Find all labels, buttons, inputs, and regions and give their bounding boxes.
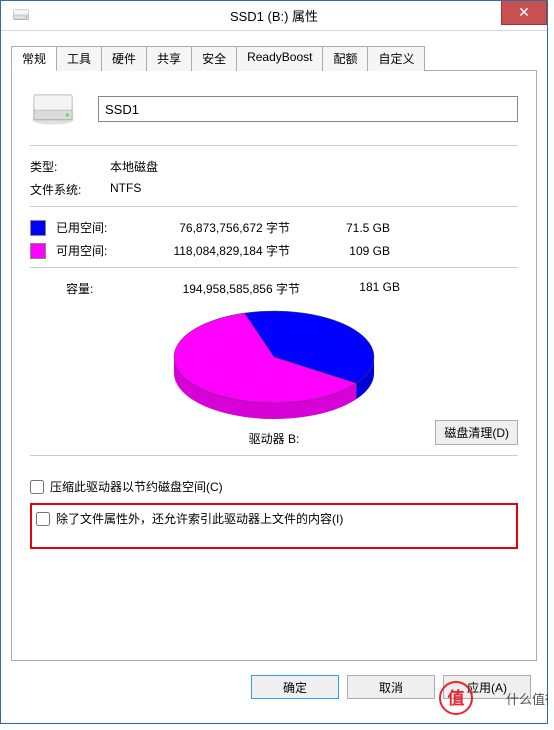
divider [30, 206, 518, 207]
window-title: SSD1 (B:) 属性 [230, 6, 318, 25]
svg-text:什么值得买: 什么值得买 [506, 692, 548, 707]
close-button[interactable]: ✕ [501, 1, 547, 25]
tab-security[interactable]: 安全 [192, 46, 237, 71]
free-swatch [30, 243, 46, 259]
index-checkbox-row[interactable]: 除了文件属性外，还允许索引此驱动器上文件的内容(I) [36, 510, 343, 527]
used-swatch [30, 220, 46, 236]
type-label: 类型: [30, 158, 110, 175]
tab-content-general: 类型: 本地磁盘 文件系统: NTFS 已用空间: 76,873,756,672… [11, 71, 537, 661]
index-checkbox[interactable] [36, 512, 50, 526]
properties-dialog: SSD1 (B:) 属性 ✕ 常规 工具 硬件 共享 安全 ReadyBoost… [0, 0, 548, 724]
ok-button[interactable]: 确定 [251, 675, 339, 699]
free-space-row: 可用空间: 118,084,829,184 字节 109 GB [30, 242, 518, 259]
used-label: 已用空间: [56, 219, 130, 236]
free-bytes: 118,084,829,184 字节 [130, 242, 320, 259]
free-label: 可用空间: [56, 242, 130, 259]
capacity-label: 容量: [66, 280, 140, 297]
tab-sharing[interactable]: 共享 [147, 46, 192, 71]
disk-cleanup-button[interactable]: 磁盘清理(D) [435, 420, 518, 445]
divider [30, 267, 518, 268]
tab-hardware[interactable]: 硬件 [102, 46, 147, 71]
type-value: 本地磁盘 [110, 158, 158, 175]
tab-strip: 常规 工具 硬件 共享 安全 ReadyBoost 配额 自定义 [11, 45, 537, 71]
tab-readyboost[interactable]: ReadyBoost [237, 46, 323, 71]
capacity-gb: 181 GB [330, 280, 400, 297]
tab-quota[interactable]: 配额 [323, 46, 368, 71]
tab-tools[interactable]: 工具 [57, 46, 102, 71]
tab-area: 常规 工具 硬件 共享 安全 ReadyBoost 配额 自定义 类型: 本地磁… [1, 31, 547, 661]
compress-label: 压缩此驱动器以节约磁盘空间(C) [50, 478, 223, 495]
tab-general[interactable]: 常规 [11, 46, 57, 71]
drive-name-input[interactable] [98, 96, 518, 122]
svg-text:值: 值 [448, 688, 465, 708]
divider [30, 145, 518, 146]
filesystem-value: NTFS [110, 181, 141, 198]
compress-checkbox[interactable] [30, 480, 44, 494]
pie-chart-area: 驱动器 B: 磁盘清理(D) [30, 305, 518, 447]
watermark: 值 什么值得买 [438, 678, 548, 718]
used-gb: 71.5 GB [320, 221, 390, 235]
cancel-button[interactable]: 取消 [347, 675, 435, 699]
tab-customize[interactable]: 自定义 [368, 46, 425, 71]
pie-chart [164, 305, 384, 421]
divider [30, 455, 518, 456]
used-space-row: 已用空间: 76,873,756,672 字节 71.5 GB [30, 219, 518, 236]
titlebar[interactable]: SSD1 (B:) 属性 ✕ [1, 1, 547, 31]
used-bytes: 76,873,756,672 字节 [130, 219, 320, 236]
filesystem-label: 文件系统: [30, 181, 110, 198]
index-label: 除了文件属性外，还允许索引此驱动器上文件的内容(I) [56, 510, 343, 527]
index-highlight-box: 除了文件属性外，还允许索引此驱动器上文件的内容(I) [30, 503, 518, 549]
free-gb: 109 GB [320, 244, 390, 258]
drive-icon [13, 9, 29, 23]
drive-icon-large [30, 91, 76, 127]
compress-checkbox-row[interactable]: 压缩此驱动器以节约磁盘空间(C) [30, 478, 518, 495]
capacity-bytes: 194,958,585,856 字节 [140, 280, 330, 297]
